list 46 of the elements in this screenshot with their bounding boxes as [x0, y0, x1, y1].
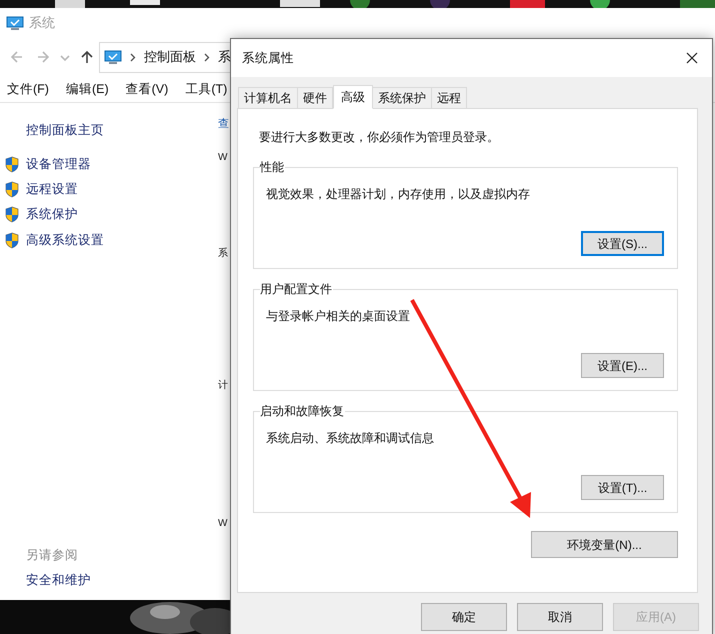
chevron-right-icon: [204, 52, 210, 62]
tab[interactable]: 计算机名: [238, 87, 298, 108]
group-title: 启动和故障恢复: [260, 403, 345, 419]
shield-icon: [4, 156, 20, 173]
dialog-button[interactable]: 确定: [421, 603, 507, 631]
group-description: 与登录帐户相关的桌面设置: [266, 308, 410, 324]
settings-button[interactable]: 设置(S)...: [581, 231, 664, 256]
text-fragment: 系: [218, 246, 228, 261]
text-fragment: W: [218, 151, 228, 165]
sidebar-link[interactable]: 安全和维护: [26, 571, 91, 590]
dialog-button[interactable]: 取消: [517, 603, 603, 631]
shield-icon: [4, 180, 20, 198]
tab[interactable]: 高级: [333, 85, 373, 109]
group-title: 用户配置文件: [260, 281, 333, 297]
sidebar-link[interactable]: 设备管理器: [26, 155, 91, 174]
tab[interactable]: 硬件: [297, 87, 333, 108]
menu-item[interactable]: 工具(T): [185, 80, 228, 99]
link[interactable]: 查: [218, 115, 229, 133]
section-heading: 另请参阅: [26, 547, 78, 564]
chevron-right-icon: [130, 52, 136, 62]
breadcrumb-item[interactable]: 系: [218, 47, 231, 67]
menu-item[interactable]: 编辑(E): [66, 80, 109, 99]
menu-item[interactable]: 文件(F): [7, 80, 49, 99]
group-description: 系统启动、系统故障和调试信息: [266, 430, 434, 446]
sidebar-link[interactable]: 系统保护: [26, 205, 78, 224]
environment-variables-button[interactable]: 环境变量(N)...: [531, 531, 678, 558]
group-title: 性能: [260, 159, 285, 175]
menu-item[interactable]: 查看(V): [126, 80, 168, 99]
window-title: 系统: [29, 14, 55, 32]
computer-icon: [6, 16, 24, 30]
text-fragment: 计: [218, 378, 228, 393]
sidebar-link[interactable]: 高级系统设置: [26, 231, 104, 250]
close-icon[interactable]: [686, 52, 698, 64]
text-fragment: W: [218, 517, 228, 531]
notice-text: 要进行大多数更改，你必须作为管理员登录。: [258, 129, 500, 145]
shield-icon: [4, 232, 20, 249]
sidebar-link[interactable]: 远程设置: [26, 180, 78, 199]
shield-icon: [4, 206, 20, 223]
tab[interactable]: 远程: [431, 87, 467, 108]
settings-button[interactable]: 设置(T)...: [581, 475, 664, 500]
computer-icon: [104, 50, 122, 64]
group-description: 视觉效果，处理器计划，内存使用，以及虚拟内存: [266, 186, 530, 202]
breadcrumb-item[interactable]: 控制面板: [144, 47, 196, 67]
sidebar-link[interactable]: 控制面板主页: [26, 121, 104, 140]
settings-button[interactable]: 设置(E)...: [581, 353, 664, 378]
dialog-title: 系统属性: [242, 50, 294, 67]
